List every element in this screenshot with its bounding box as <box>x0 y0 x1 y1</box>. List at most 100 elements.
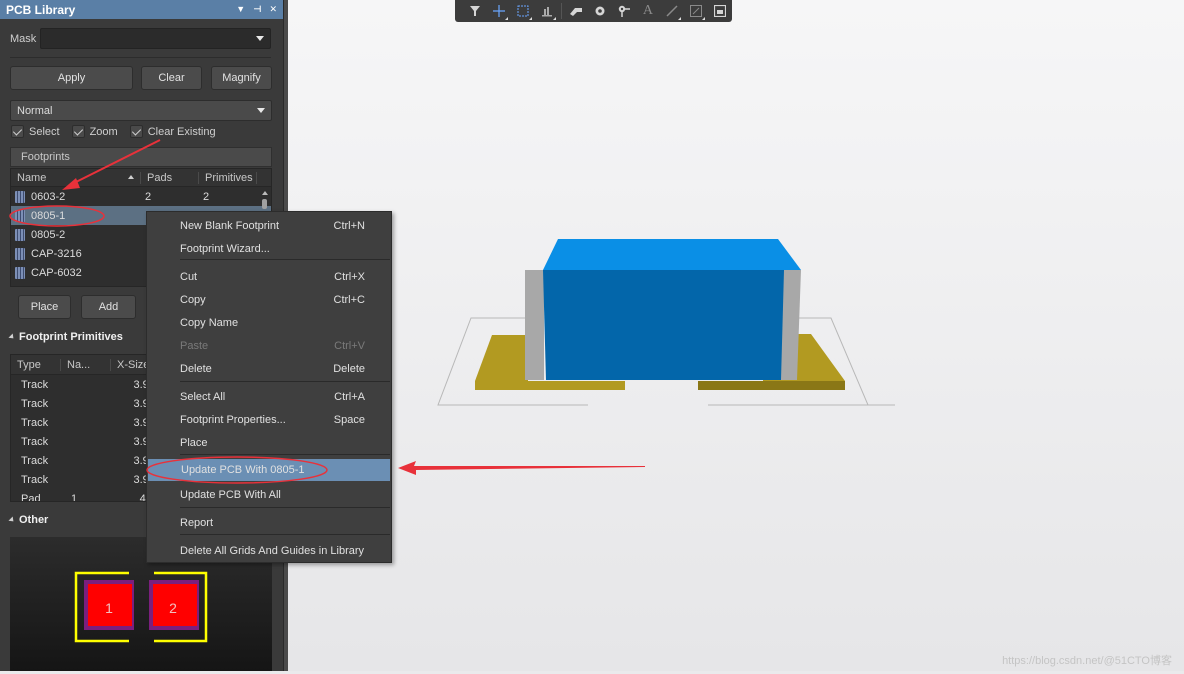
menu-item-label: Paste <box>180 340 209 352</box>
pin-icon[interactable]: ⊣ <box>253 4 261 15</box>
footprint-primitives-label: Footprint Primitives <box>19 331 123 343</box>
body-front-face <box>543 270 784 380</box>
line-icon[interactable] <box>660 0 684 22</box>
menu-item-report[interactable]: Report <box>147 512 391 534</box>
chevron-down-icon[interactable] <box>256 36 264 41</box>
menu-item-select-all[interactable]: Select All Ctrl+A <box>147 386 391 408</box>
via-icon[interactable] <box>612 0 636 22</box>
clear-button[interactable]: Clear <box>141 66 202 90</box>
menu-item-copy-name[interactable]: Copy Name <box>147 312 391 334</box>
other-section-header[interactable]: Other <box>8 514 49 526</box>
footprint-icon <box>15 266 25 279</box>
mask-label: Mask <box>10 32 37 45</box>
filter-icon[interactable] <box>463 0 487 22</box>
dimension-icon[interactable] <box>684 0 708 22</box>
clear-existing-checkbox-label: Clear Existing <box>147 125 216 138</box>
primitive-type: Track <box>21 435 49 448</box>
menu-item-label: Select All <box>180 391 226 403</box>
footprints-section-header[interactable]: Footprints <box>10 147 272 167</box>
toolbar-separator <box>561 3 562 19</box>
pad-2[interactable]: 2 <box>149 580 199 630</box>
footprints-table-header: Name Pads Primitives <box>11 169 271 187</box>
select-checkbox-label: Select <box>29 125 60 138</box>
crosshair-icon[interactable] <box>487 0 511 22</box>
text-icon[interactable]: A <box>636 0 660 22</box>
terminal-left <box>525 270 544 380</box>
zoom-checkbox-label: Zoom <box>89 125 118 138</box>
mask-row: Mask <box>10 28 271 49</box>
menu-item-update-pcb-with-all[interactable]: Update PCB With All <box>147 484 391 506</box>
region-icon[interactable] <box>708 0 732 22</box>
menu-separator <box>180 381 390 382</box>
footprint-name: CAP-6032 <box>31 266 82 279</box>
checkmark-icon[interactable] <box>129 125 143 138</box>
footprint-icon <box>15 190 25 203</box>
collapse-triangle-icon[interactable] <box>8 516 16 524</box>
checkbox-row: Select Zoom Clear Existing <box>11 125 228 138</box>
menu-item-label: Delete All Grids And Guides in Library <box>180 545 365 557</box>
pad-icon[interactable] <box>588 0 612 22</box>
collapse-triangle-icon[interactable] <box>8 333 16 341</box>
route-icon[interactable] <box>564 0 588 22</box>
align-icon[interactable] <box>535 0 559 22</box>
checkmark-icon[interactable] <box>71 125 85 138</box>
checkmark-icon[interactable] <box>11 125 24 138</box>
3d-model-drawing <box>437 239 895 406</box>
mode-select-value: Normal <box>17 105 53 117</box>
panel-menu-icon[interactable]: ▼ <box>236 4 245 15</box>
footprint-primitives: 2 <box>203 190 210 203</box>
column-name-label: Name <box>17 171 47 184</box>
active-bar-toolbar: A <box>455 0 732 22</box>
scroll-up-icon[interactable] <box>262 191 268 195</box>
footprint-name: 0603-2 <box>31 190 66 203</box>
menu-item-copy[interactable]: Copy Ctrl+C <box>147 289 391 311</box>
menu-item-shortcut: Space <box>333 414 365 426</box>
column-header-name[interactable]: Na... <box>61 358 111 371</box>
menu-item-label: Footprint Properties... <box>180 414 286 426</box>
select-rect-icon[interactable] <box>511 0 535 22</box>
other-section-label: Other <box>19 514 49 526</box>
column-header-name[interactable]: Name <box>11 171 141 184</box>
clear-existing-checkbox[interactable]: Clear Existing <box>129 125 216 138</box>
add-button[interactable]: Add <box>81 295 136 319</box>
menu-item-label: Update PCB With All <box>180 489 281 501</box>
select-checkbox[interactable]: Select <box>11 125 60 138</box>
mode-select[interactable]: Normal <box>10 100 272 121</box>
pad-1[interactable]: 1 <box>84 580 134 630</box>
menu-item-footprint-properties[interactable]: Footprint Properties... Space <box>147 409 391 431</box>
chevron-down-icon[interactable] <box>257 108 265 113</box>
menu-item-shortcut: Ctrl+N <box>333 220 365 232</box>
mask-input[interactable] <box>40 28 271 49</box>
footprint-name: CAP-3216 <box>31 247 82 260</box>
menu-item-place[interactable]: Place <box>147 432 391 454</box>
3d-viewport[interactable]: https://blog.csdn.net/@51CTO博客 <box>288 0 1184 671</box>
menu-item-label: Update PCB With 0805-1 <box>181 464 305 476</box>
menu-separator <box>180 507 390 508</box>
footprint-icon <box>15 228 25 241</box>
footprint-row-0603-2[interactable]: 0603-2 2 2 <box>11 187 271 206</box>
scrollbar-thumb[interactable] <box>262 199 267 209</box>
close-icon[interactable]: ✕ <box>269 4 277 15</box>
menu-item-label: Cut <box>180 271 198 283</box>
menu-item-cut[interactable]: Cut Ctrl+X <box>147 266 391 288</box>
footprints-section-label: Footprints <box>21 151 70 163</box>
menu-item-delete[interactable]: Delete Delete <box>147 358 391 380</box>
zoom-checkbox[interactable]: Zoom <box>71 125 118 138</box>
apply-button[interactable]: Apply <box>10 66 133 90</box>
menu-item-delete-all-grids-and-guides-in-library[interactable]: Delete All Grids And Guides in Library <box>147 540 391 562</box>
primitive-type: Track <box>21 378 49 391</box>
column-header-type[interactable]: Type <box>11 358 61 371</box>
column-header-primitives[interactable]: Primitives <box>199 171 257 184</box>
magnify-button[interactable]: Magnify <box>211 66 272 90</box>
column-header-pads[interactable]: Pads <box>141 171 199 184</box>
primitive-type: Track <box>21 397 49 410</box>
primitive-type: Track <box>21 454 49 467</box>
menu-item-new-blank-footprint[interactable]: New Blank Footprint Ctrl+N <box>147 215 391 237</box>
footprint-primitives-section-header[interactable]: Footprint Primitives <box>8 331 123 343</box>
menu-item-footprint-wizard[interactable]: Footprint Wizard... <box>147 238 391 260</box>
primitive-name: 1 <box>71 492 78 502</box>
menu-item-label: Report <box>180 517 214 529</box>
place-button[interactable]: Place <box>18 295 71 319</box>
menu-item-update-pcb-with-0805-1[interactable]: Update PCB With 0805-1 <box>148 459 390 481</box>
footprints-scrollbar[interactable] <box>262 191 268 211</box>
